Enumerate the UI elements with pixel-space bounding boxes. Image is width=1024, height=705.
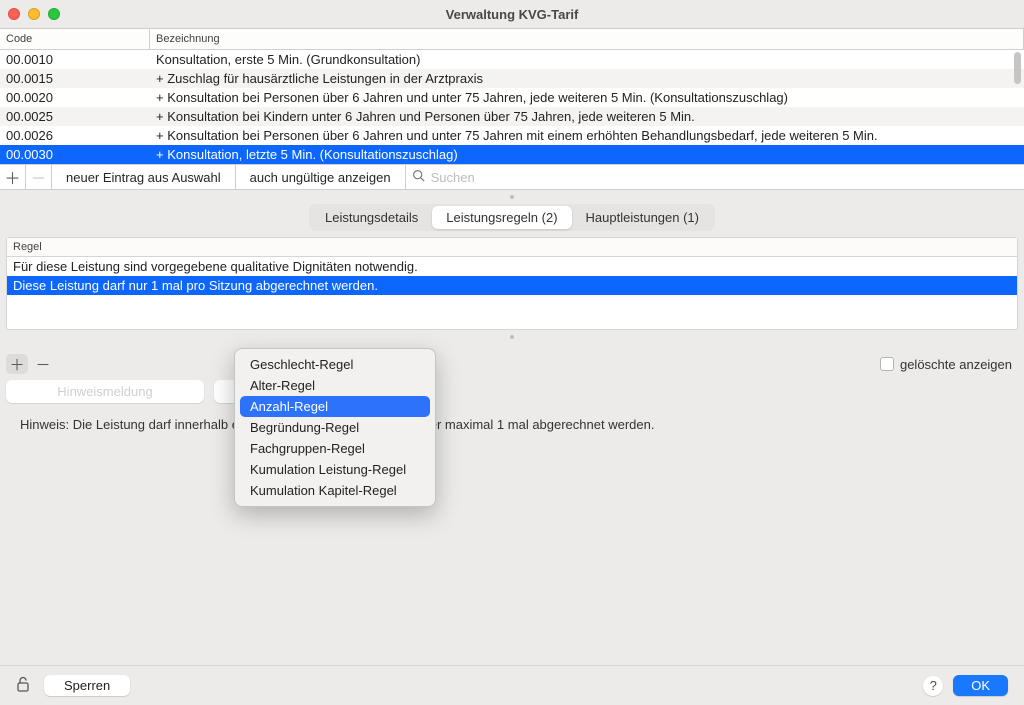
table-actionbar: ＋ － neuer Eintrag aus Auswahl auch ungül… [0,164,1024,190]
lock-icon[interactable] [16,676,30,696]
rules-empty-area [7,295,1017,329]
menu-item-alter[interactable]: Alter-Regel [240,375,430,396]
scrollbar-thumb[interactable] [1014,52,1021,84]
detail-tabs: Leistungsdetails Leistungsregeln (2) Hau… [0,204,1024,231]
add-rule-button[interactable]: ＋ [6,354,28,374]
rules-table: Regel Für diese Leistung sind vorgegeben… [6,237,1018,330]
table-row[interactable]: 00.0026 + Konsultation bei Personen über… [0,126,1024,145]
add-button[interactable]: ＋ [0,165,26,189]
zoom-icon[interactable] [48,8,60,20]
sperren-button[interactable]: Sperren [44,675,130,696]
menu-item-kumulation-kapitel[interactable]: Kumulation Kapitel-Regel [240,480,430,501]
remove-rule-button[interactable]: － [32,354,54,374]
menu-item-anzahl[interactable]: Anzahl-Regel [240,396,430,417]
ok-button[interactable]: OK [953,675,1008,696]
menu-item-begruendung[interactable]: Begründung-Regel [240,417,430,438]
table-row[interactable]: 00.0030 + Konsultation, letzte 5 Min. (K… [0,145,1024,164]
remove-button[interactable]: － [26,165,52,189]
close-icon[interactable] [8,8,20,20]
tariff-table: Code Bezeichnung 00.0010 Konsultation, e… [0,28,1024,164]
search-icon [412,169,425,185]
menu-item-kumulation-leistung[interactable]: Kumulation Leistung-Regel [240,459,430,480]
col-code[interactable]: Code [0,29,150,49]
menu-item-fachgruppen[interactable]: Fachgruppen-Regel [240,438,430,459]
show-invalid-button[interactable]: auch ungültige anzeigen [236,165,406,189]
new-from-selection-button[interactable]: neuer Eintrag aus Auswahl [52,165,236,189]
table-scrollbar[interactable] [1010,28,1024,174]
show-deleted-checkbox[interactable]: gelöschte anzeigen [880,357,1012,372]
tab-main[interactable]: Hauptleistungen (1) [572,206,713,229]
footer: Sperren ? OK [0,665,1024,705]
window-controls [8,8,60,20]
minimize-icon[interactable] [28,8,40,20]
search-input[interactable] [429,169,1024,186]
rules-toolbar: ＋ － gelöschte anzeigen [6,354,1018,374]
hinweismeldung-button[interactable]: Hinweismeldung [6,380,204,403]
col-desc[interactable]: Bezeichnung [150,29,1024,49]
split-handle[interactable] [0,330,1024,344]
tab-rules[interactable]: Leistungsregeln (2) [432,206,571,229]
rule-type-menu[interactable]: Geschlecht-Regel Alter-Regel Anzahl-Rege… [234,348,436,507]
window-title: Verwaltung KVG-Tarif [60,7,964,22]
rule-row[interactable]: Für diese Leistung sind vorgegebene qual… [7,257,1017,276]
search-field[interactable] [406,165,1024,189]
menu-item-geschlecht[interactable]: Geschlecht-Regel [240,354,430,375]
table-row[interactable]: 00.0015 + Zuschlag für hausärztliche Lei… [0,69,1024,88]
show-deleted-label: gelöschte anzeigen [900,357,1012,372]
rules-header[interactable]: Regel [7,238,1017,257]
split-handle[interactable] [0,190,1024,204]
table-row[interactable]: 00.0020 + Konsultation bei Personen über… [0,88,1024,107]
help-button[interactable]: ? [923,676,943,696]
table-header: Code Bezeichnung [0,29,1024,50]
table-row[interactable]: 00.0025 + Konsultation bei Kindern unter… [0,107,1024,126]
table-row[interactable]: 00.0010 Konsultation, erste 5 Min. (Grun… [0,50,1024,69]
hint-text: Hinweis: Die Leistung darf innerhalb ein… [20,417,1004,432]
tab-details[interactable]: Leistungsdetails [311,206,432,229]
rule-row[interactable]: Diese Leistung darf nur 1 mal pro Sitzun… [7,276,1017,295]
hint-buttons: Hinweismeldung [6,380,1018,403]
titlebar: Verwaltung KVG-Tarif [0,0,1024,28]
checkbox-icon [880,357,894,371]
